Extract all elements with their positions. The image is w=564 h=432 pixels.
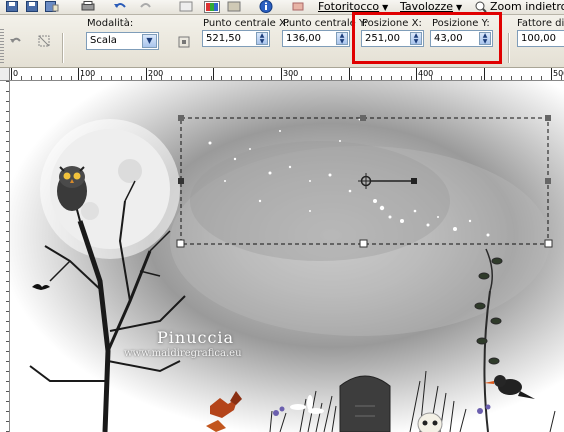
position-x-label: Posizione X: bbox=[362, 18, 422, 29]
ruler-corner bbox=[0, 68, 10, 80]
tombstone bbox=[339, 375, 391, 432]
mode-dropdown[interactable]: Scala ▼ bbox=[86, 32, 159, 50]
adjust-icon[interactable] bbox=[226, 0, 242, 13]
skull bbox=[417, 412, 443, 432]
save-as-icon[interactable] bbox=[44, 0, 60, 13]
ruler-tick bbox=[416, 68, 417, 80]
tool-options-palette: Modalità: Scala ▼ Punto centrale X: 521,… bbox=[0, 15, 564, 68]
separator bbox=[62, 33, 64, 63]
print-icon[interactable] bbox=[80, 0, 96, 13]
spinner-arrows-icon[interactable]: ▲ ▼ bbox=[336, 32, 348, 45]
ruler-tick bbox=[484, 68, 485, 80]
menu-zoom-out[interactable]: Zoom indietro bbox=[490, 0, 564, 13]
position-x-input[interactable]: 251,00 ▲ ▼ bbox=[361, 30, 424, 47]
position-y-label: Posizione Y: bbox=[432, 18, 490, 29]
save-icon[interactable] bbox=[24, 0, 40, 13]
chevron-down-icon: ▼ bbox=[382, 3, 389, 12]
ruler-tick bbox=[349, 68, 350, 80]
position-x-value: 251,00 bbox=[365, 33, 400, 44]
ruler-tick bbox=[213, 68, 214, 80]
watermark-url: www.maidiregrafica.eu bbox=[124, 348, 242, 359]
owl bbox=[57, 166, 87, 211]
ruler-tick bbox=[146, 68, 147, 80]
vertical-ruler bbox=[0, 81, 10, 432]
menu-fotoritocco-label: Fotoritocco bbox=[318, 0, 380, 13]
ruler-tick bbox=[281, 68, 282, 80]
mode-value: Scala bbox=[90, 35, 117, 46]
mode-label: Modalità: bbox=[87, 18, 134, 29]
scale-factor-label: Fattore di s bbox=[517, 18, 564, 29]
position-y-value: 43,00 bbox=[434, 33, 463, 44]
center-x-input[interactable]: 521,50 ▲ ▼ bbox=[202, 30, 270, 47]
redo-icon[interactable] bbox=[138, 0, 154, 13]
artwork bbox=[29, 115, 556, 432]
crow bbox=[484, 375, 535, 399]
menu-zoom-out-label: Zoom indietro bbox=[490, 0, 564, 13]
center-y-input[interactable]: 136,00 ▲ ▼ bbox=[282, 30, 350, 47]
spinner-arrows-icon[interactable]: ▲ ▼ bbox=[479, 32, 491, 45]
zoom-out-icon[interactable] bbox=[473, 0, 489, 13]
save-icon[interactable] bbox=[4, 0, 20, 13]
separator bbox=[508, 33, 510, 63]
center-point-icon[interactable] bbox=[174, 32, 194, 52]
spinner-arrows-icon[interactable]: ▲ ▼ bbox=[256, 32, 268, 45]
ruler-label: 0 bbox=[13, 69, 19, 78]
palette-grip[interactable] bbox=[0, 29, 4, 63]
image-icon[interactable] bbox=[204, 0, 220, 13]
spinner-arrows-icon[interactable]: ▲ ▼ bbox=[410, 32, 422, 45]
image-canvas[interactable]: Pinuccia www.maidiregrafica.eu bbox=[10, 81, 564, 432]
chevron-down-icon[interactable]: ▼ bbox=[142, 34, 157, 48]
center-x-label: Punto centrale X: bbox=[203, 18, 290, 29]
transform-icon[interactable] bbox=[34, 31, 54, 51]
watermark-title: Pinuccia bbox=[157, 328, 235, 347]
chevron-down-icon: ▼ bbox=[455, 3, 463, 12]
ruler-label: 100 bbox=[80, 69, 96, 78]
center-y-value: 136,00 bbox=[286, 33, 321, 44]
ruler-label: 200 bbox=[148, 69, 164, 78]
autumn-leaves bbox=[206, 391, 242, 432]
ruler-label: 300 bbox=[283, 69, 299, 78]
center-x-value: 521,50 bbox=[206, 33, 241, 44]
bat bbox=[32, 284, 50, 290]
position-y-input[interactable]: 43,00 ▲ ▼ bbox=[430, 30, 493, 47]
ruler-tick bbox=[551, 68, 552, 80]
ruler-tick bbox=[11, 68, 12, 80]
menu-toolbar: Fotoritocco ▼ Tavolozze ▼ Zoom indietro bbox=[0, 0, 564, 15]
ruler-tick bbox=[78, 68, 79, 80]
undo-icon[interactable] bbox=[112, 0, 128, 13]
eraser-icon[interactable] bbox=[290, 0, 306, 13]
flower bbox=[290, 395, 324, 414]
scale-factor-value: 100,00 bbox=[521, 33, 556, 44]
scale-factor-input[interactable]: 100,00 bbox=[517, 30, 564, 47]
script-icon[interactable] bbox=[178, 0, 194, 13]
center-y-label: Punto centrale Y: bbox=[283, 18, 368, 29]
menu-tavolozze-label: Tavolozze bbox=[400, 0, 453, 13]
menu-fotoritocco[interactable]: Fotoritocco ▼ bbox=[318, 0, 388, 13]
info-icon[interactable] bbox=[258, 0, 274, 13]
menu-tavolozze[interactable]: Tavolozze ▼ bbox=[400, 0, 462, 13]
ruler-label: 500 bbox=[553, 69, 564, 78]
reset-icon[interactable] bbox=[6, 31, 26, 51]
ruler-label: 400 bbox=[418, 69, 434, 78]
